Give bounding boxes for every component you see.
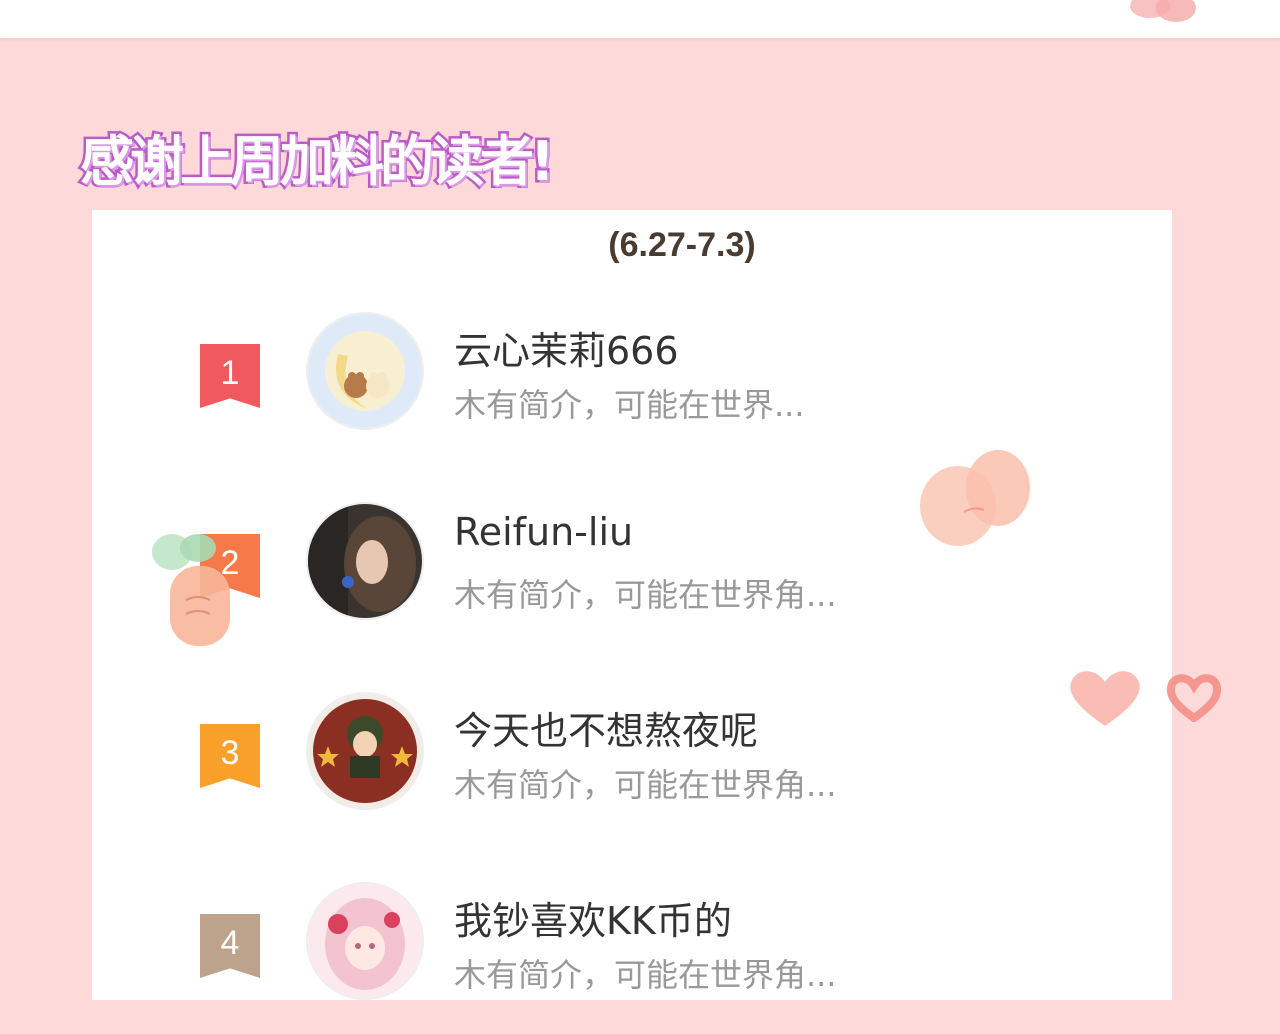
reader-bio: 木有简介，可能在世界角...	[454, 956, 837, 994]
page-heading: 感谢上周加料的读者!	[78, 128, 558, 196]
hand-leaf-decoration-icon	[152, 534, 230, 646]
reader-name: Reifun-liu	[454, 510, 634, 554]
reader-name: 今天也不想熬夜呢	[454, 709, 759, 753]
heart-outline-decoration-icon	[1166, 674, 1222, 722]
reader-list-card: (6.27-7.3) 1 云心茉莉666 木有简介，可能在世界... 2 Rei…	[92, 210, 1172, 1000]
heart-decoration-icon	[1070, 671, 1140, 726]
avatar[interactable]	[308, 884, 422, 998]
rank-badge: 3	[200, 724, 260, 788]
avatar[interactable]	[308, 504, 422, 618]
rank-badge: 4	[200, 914, 260, 978]
avatar[interactable]	[308, 694, 422, 808]
reader-row-1[interactable]: 1 云心茉莉666 木有简介，可能在世界...	[92, 314, 1172, 464]
reader-row-3[interactable]: 3 今天也不想熬夜呢 木有简介，可能在世界角...	[92, 694, 1172, 844]
heart-decoration-top-icon	[1130, 0, 1196, 22]
reader-name: 云心茉莉666	[454, 329, 679, 373]
reader-bio: 木有简介，可能在世界角...	[454, 576, 837, 614]
date-range: (6.27-7.3)	[608, 226, 756, 264]
top-white-strip	[0, 0, 1280, 38]
peach-blob-decoration-icon	[920, 450, 1030, 546]
reader-bio: 木有简介，可能在世界角...	[454, 766, 837, 804]
reader-bio: 木有简介，可能在世界...	[454, 386, 805, 424]
avatar[interactable]	[308, 314, 422, 428]
reader-row-4[interactable]: 4 我钞喜欢KK币的 木有简介，可能在世界角...	[92, 884, 1172, 1034]
reader-name: 我钞喜欢KK币的	[454, 899, 732, 943]
rank-badge: 1	[200, 344, 260, 408]
